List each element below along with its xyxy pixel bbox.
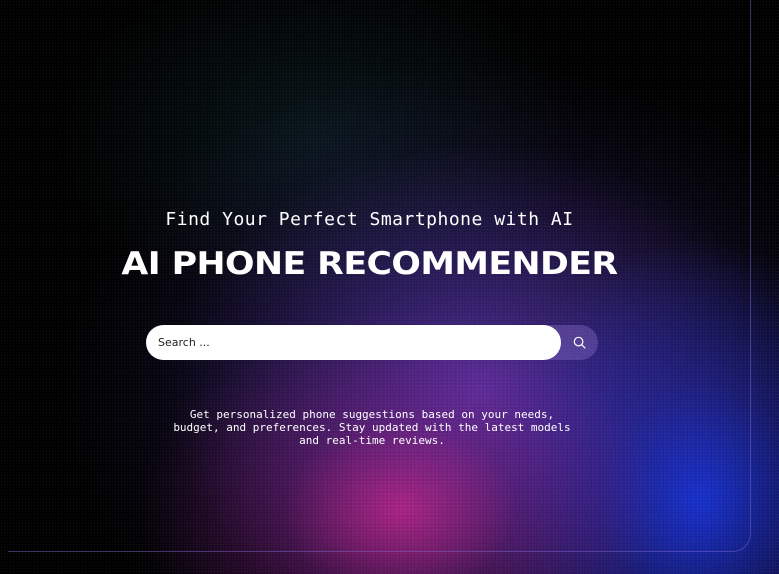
search-bar: [146, 325, 598, 360]
page-title: AI PHONE RECOMMENDER: [121, 246, 618, 282]
page: Find Your Perfect Smartphone with AI AI …: [0, 0, 779, 574]
search-input[interactable]: [146, 325, 561, 360]
search-icon: [573, 336, 586, 349]
grain-overlay: [0, 0, 779, 574]
search-button[interactable]: [561, 325, 598, 360]
hero-tagline: Find Your Perfect Smartphone with AI: [165, 209, 574, 230]
hero-description: Get personalized phone suggestions based…: [173, 408, 571, 447]
